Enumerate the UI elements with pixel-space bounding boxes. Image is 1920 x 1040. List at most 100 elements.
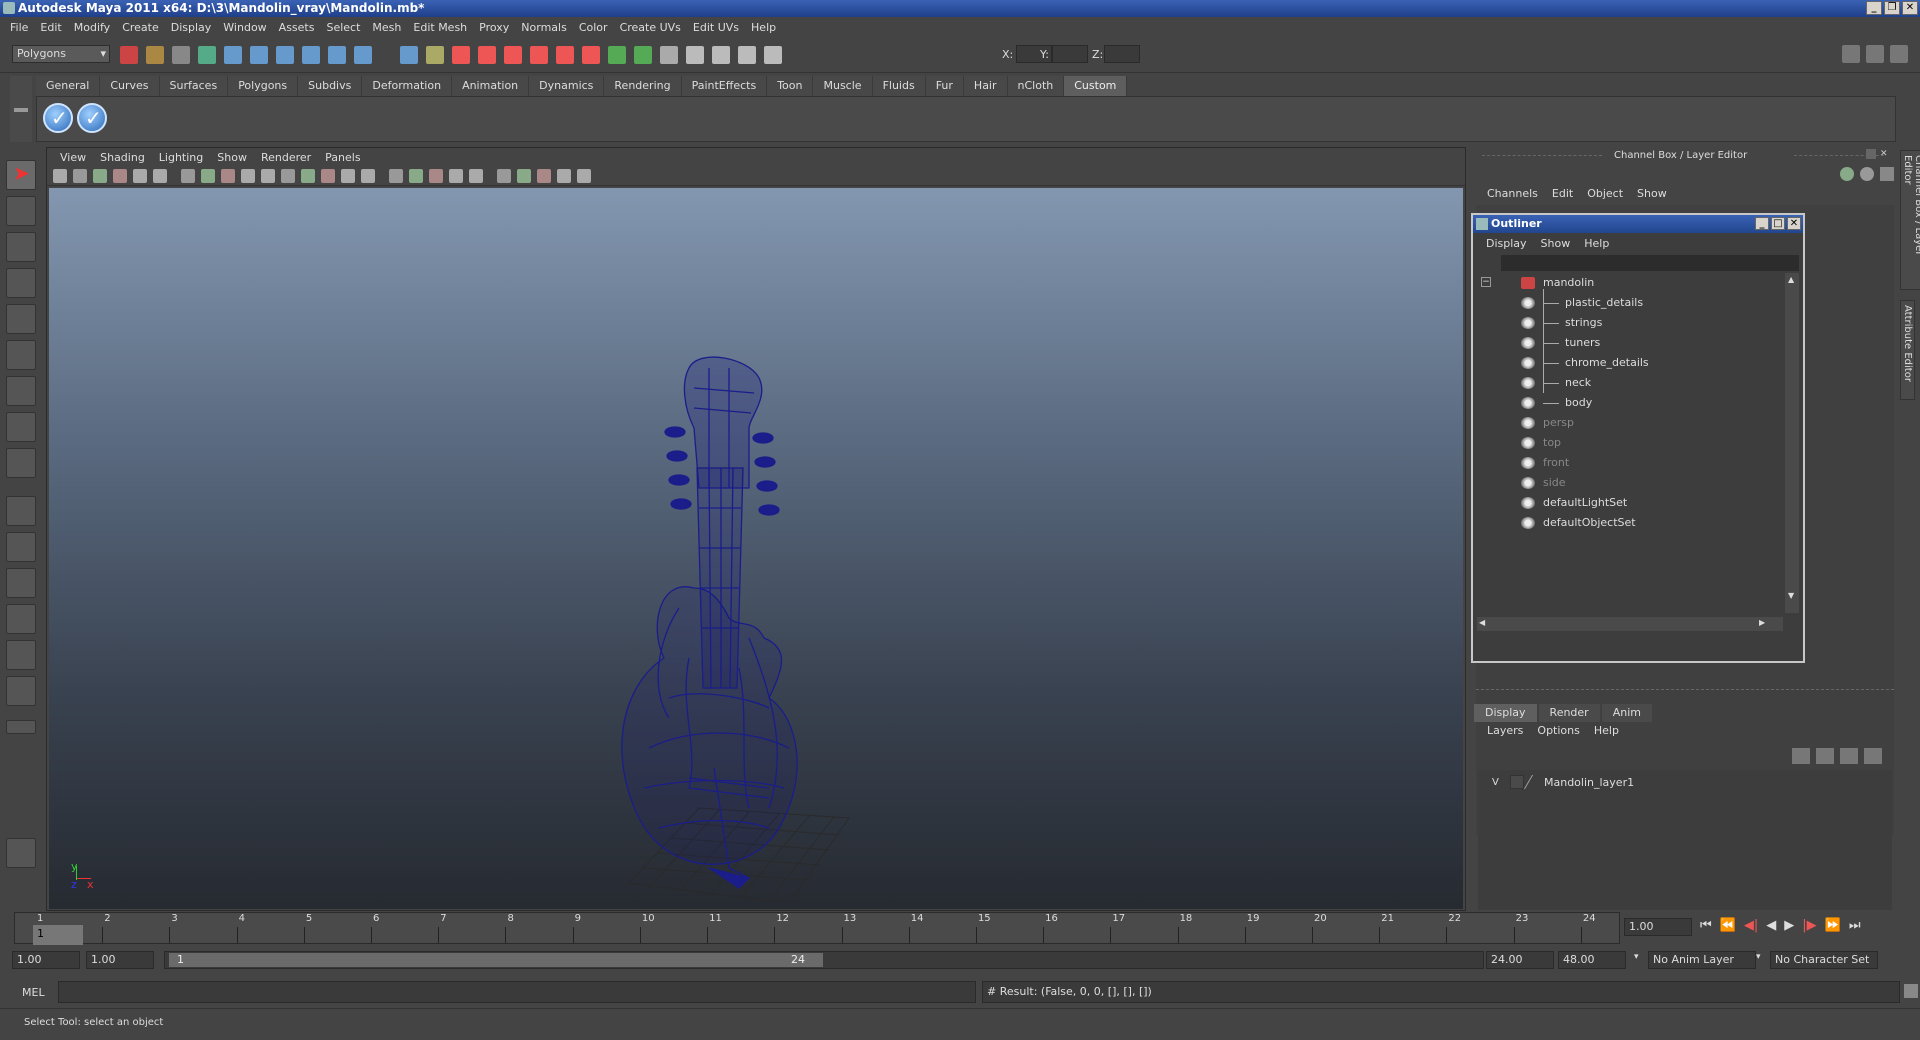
- shelf-tab-rendering[interactable]: Rendering: [604, 76, 682, 96]
- toggle-attribute-editor-icon[interactable]: [1842, 45, 1860, 63]
- time-slider[interactable]: 1 2 3 4 5 6 7 8 9 10 11 12 13 14 15 16 17 18 19 20 21 22 23 24 …: [14, 912, 1620, 945]
- layer-row[interactable]: V Mandolin_layer1: [1482, 774, 1886, 792]
- panel-menu-view[interactable]: View: [53, 151, 93, 164]
- layout-menu-icon[interactable]: [6, 720, 36, 734]
- shelf-tab-curves[interactable]: Curves: [100, 76, 160, 96]
- four-view-layout-icon[interactable]: [6, 532, 36, 562]
- shelf-tab-muscle[interactable]: Muscle: [813, 76, 873, 96]
- panel-toolbar-icon[interactable]: [261, 169, 275, 183]
- status-tool-icon[interactable]: [354, 46, 372, 64]
- shelf-tab-ncloth[interactable]: nCloth: [1007, 76, 1065, 96]
- close-panel-icon[interactable]: ✕: [1880, 149, 1890, 159]
- 3d-viewport[interactable]: y x z: [49, 188, 1463, 909]
- panel-toolbar-icon[interactable]: [281, 169, 295, 183]
- anim-layer-dropdown[interactable]: No Anim Layer: [1648, 951, 1756, 969]
- menu-set-dropdown[interactable]: Polygons ▾: [12, 45, 110, 63]
- close-button[interactable]: ✕: [1787, 217, 1801, 230]
- outliner-item[interactable]: neck: [1477, 373, 1777, 393]
- scroll-up-icon[interactable]: ▲: [1788, 275, 1794, 284]
- tab-channel-box[interactable]: Channel Box / Layer Editor: [1900, 150, 1920, 290]
- outliner-item[interactable]: top: [1477, 433, 1777, 453]
- minimize-button[interactable]: _: [1755, 217, 1769, 230]
- status-tool-icon[interactable]: [686, 46, 704, 64]
- single-perspective-layout-icon[interactable]: [6, 496, 36, 526]
- outliner-item[interactable]: defaultLightSet: [1477, 493, 1777, 513]
- panel-toolbar-icon[interactable]: [517, 169, 531, 183]
- outliner-item[interactable]: − mandolin: [1477, 273, 1777, 293]
- menu-color[interactable]: Color: [573, 21, 614, 34]
- status-tool-icon[interactable]: [504, 46, 522, 64]
- shelf-tab-deformation[interactable]: Deformation: [362, 76, 453, 96]
- panel-toolbar-icon[interactable]: [113, 169, 127, 183]
- rotate-tool-icon[interactable]: [6, 304, 36, 334]
- shelf-tab-toon[interactable]: Toon: [767, 76, 814, 96]
- menu-edit-mesh[interactable]: Edit Mesh: [407, 21, 473, 34]
- menu-normals[interactable]: Normals: [515, 21, 573, 34]
- menu-file[interactable]: File: [4, 21, 34, 34]
- panel-toolbar-icon[interactable]: [341, 169, 355, 183]
- panel-toolbar-icon[interactable]: [429, 169, 443, 183]
- outliner-item[interactable]: chrome_details: [1477, 353, 1777, 373]
- outliner-filter-field[interactable]: [1501, 255, 1799, 271]
- panel-toolbar-icon[interactable]: [557, 169, 571, 183]
- shelf-tab-general[interactable]: General: [36, 76, 101, 96]
- panel-toolbar-icon[interactable]: [133, 169, 147, 183]
- step-forward-key-icon[interactable]: ⏩: [1825, 918, 1841, 933]
- status-tool-icon[interactable]: [198, 46, 216, 64]
- toggle-channel-box-icon[interactable]: [1890, 45, 1908, 63]
- y-field[interactable]: [1052, 45, 1088, 63]
- status-tool-icon[interactable]: [608, 46, 626, 64]
- float-panel-icon[interactable]: [1866, 149, 1876, 159]
- scroll-right-icon[interactable]: ▶: [1759, 618, 1765, 627]
- persp-outliner-layout-icon[interactable]: [6, 568, 36, 598]
- go-to-end-icon[interactable]: ⏭: [1849, 918, 1861, 933]
- outliner-item[interactable]: strings: [1477, 313, 1777, 333]
- panel-toolbar-icon[interactable]: [361, 169, 375, 183]
- status-tool-icon[interactable]: [712, 46, 730, 64]
- menu-edit-uvs[interactable]: Edit UVs: [687, 21, 745, 34]
- move-tool-icon[interactable]: [6, 268, 36, 298]
- status-tool-icon[interactable]: [738, 46, 756, 64]
- paint-select-tool-icon[interactable]: [6, 232, 36, 262]
- panel-menu-panels[interactable]: Panels: [318, 151, 367, 164]
- splitter-grip[interactable]: [1476, 689, 1894, 693]
- chevron-down-icon[interactable]: ▾: [1756, 952, 1761, 962]
- shelf-tab-animation[interactable]: Animation: [452, 76, 530, 96]
- hypershade-layout-icon[interactable]: [6, 640, 36, 670]
- panel-toolbar-icon[interactable]: [469, 169, 483, 183]
- tab-attribute-editor[interactable]: Attribute Editor: [1900, 300, 1915, 400]
- outliner-item[interactable]: body: [1477, 393, 1777, 413]
- channel-menu-object[interactable]: Object: [1580, 187, 1630, 200]
- outliner-menu-help[interactable]: Help: [1577, 237, 1616, 250]
- panel-toolbar-icon[interactable]: [201, 169, 215, 183]
- menu-create-uvs[interactable]: Create UVs: [614, 21, 687, 34]
- shelf-tab-dynamics[interactable]: Dynamics: [529, 76, 605, 96]
- animation-end-field[interactable]: 48.00: [1558, 951, 1626, 969]
- new-layer-selected-icon[interactable]: [1816, 748, 1834, 764]
- scale-tool-icon[interactable]: [6, 340, 36, 370]
- checkmark-shelf-icon[interactable]: [43, 103, 73, 133]
- persp-graph-layout-icon[interactable]: [6, 604, 36, 634]
- panel-toolbar-icon[interactable]: [53, 169, 67, 183]
- panel-toolbar-icon[interactable]: [93, 169, 107, 183]
- panel-toolbar-icon[interactable]: [321, 169, 335, 183]
- manipulator-tool-icon[interactable]: [6, 376, 36, 406]
- status-tool-icon[interactable]: [172, 46, 190, 64]
- shelf-tab-hair[interactable]: Hair: [963, 76, 1008, 96]
- step-back-key-icon[interactable]: ⏪: [1720, 918, 1736, 933]
- collapse-icon[interactable]: −: [1481, 277, 1491, 287]
- shelf-menu-icon[interactable]: [14, 108, 28, 112]
- script-editor-icon[interactable]: [6, 838, 36, 868]
- outliner-item[interactable]: persp: [1477, 413, 1777, 433]
- range-slider-handle[interactable]: [169, 953, 823, 967]
- animation-start-field[interactable]: 1.00: [12, 951, 80, 969]
- panel-toolbar-icon[interactable]: [73, 169, 87, 183]
- panel-toolbar-icon[interactable]: [153, 169, 167, 183]
- layer-tab-render[interactable]: Render: [1538, 704, 1600, 722]
- panel-menu-renderer[interactable]: Renderer: [254, 151, 318, 164]
- status-tool-icon[interactable]: [400, 46, 418, 64]
- panel-toolbar-icon[interactable]: [449, 169, 463, 183]
- play-backward-icon[interactable]: ◀: [1766, 918, 1776, 933]
- panel-grip[interactable]: [1482, 155, 1602, 157]
- menu-window[interactable]: Window: [217, 21, 272, 34]
